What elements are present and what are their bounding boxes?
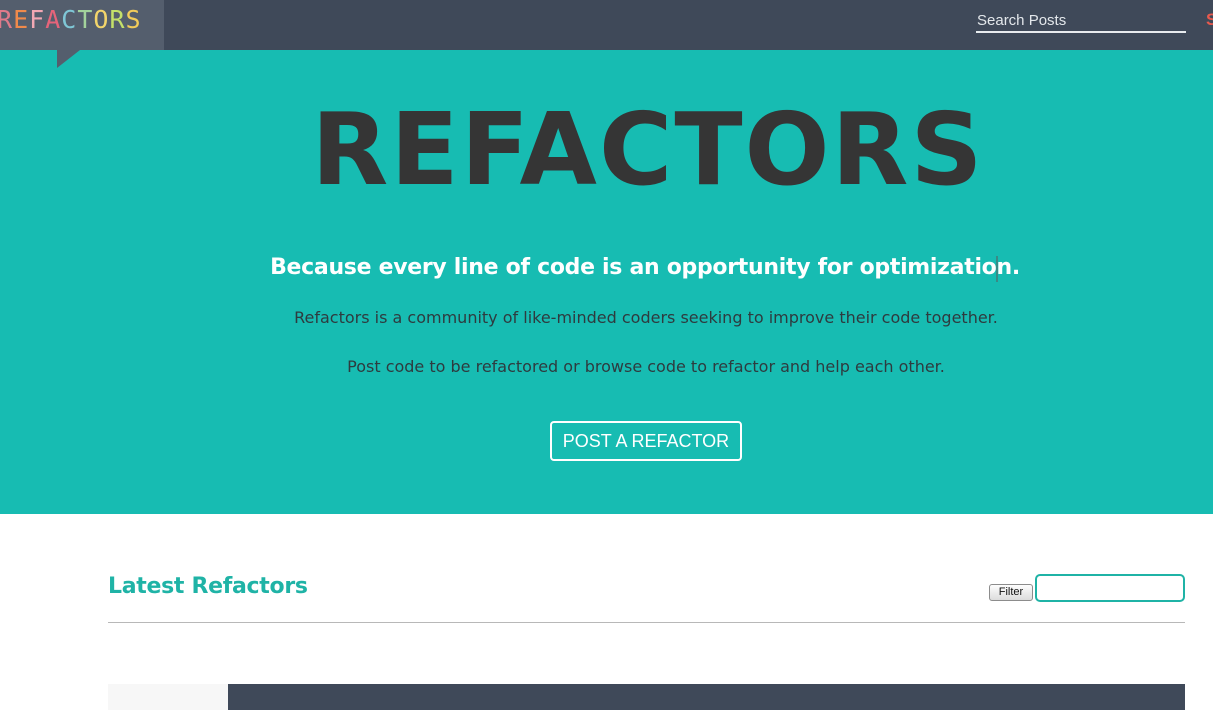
logo-letter: E — [13, 5, 30, 34]
post-card-sidebar — [108, 684, 228, 710]
logo-pointer — [57, 50, 80, 68]
nav-link-partial[interactable]: S — [1206, 10, 1213, 30]
search-posts-input[interactable] — [976, 10, 1186, 33]
post-card-header[interactable] — [228, 684, 1185, 710]
hero-section: REFACTORS Because every line of code is … — [0, 50, 1213, 514]
logo-link[interactable]: REFACTORS — [0, 0, 164, 50]
hero-description: Refactors is a community of like-minded … — [294, 308, 998, 327]
logo-letter: C — [61, 5, 78, 34]
logo-letter: R — [109, 5, 126, 34]
top-navbar: REFACTORS S — [0, 0, 1213, 50]
logo-letter: O — [93, 5, 110, 34]
logo-letter: A — [45, 5, 62, 34]
logo-letter: S — [125, 5, 142, 34]
section-divider — [108, 622, 1185, 623]
hero-tagline: Because every line of code is an opportu… — [270, 255, 1020, 280]
logo[interactable]: REFACTORS — [0, 4, 161, 36]
hero-instructions: Post code to be refactored or browse cod… — [347, 357, 945, 376]
typing-cursor — [996, 256, 998, 282]
logo-letter: T — [77, 5, 94, 34]
hero-title: REFACTORS — [311, 91, 985, 208]
logo-letter: F — [29, 5, 46, 34]
filter-input[interactable] — [1035, 574, 1185, 602]
logo-letter: R — [0, 5, 14, 34]
filter-button[interactable]: Filter — [989, 584, 1033, 601]
post-a-refactor-button[interactable]: POST A REFACTOR — [550, 421, 742, 461]
latest-refactors-heading: Latest Refactors — [108, 574, 308, 599]
